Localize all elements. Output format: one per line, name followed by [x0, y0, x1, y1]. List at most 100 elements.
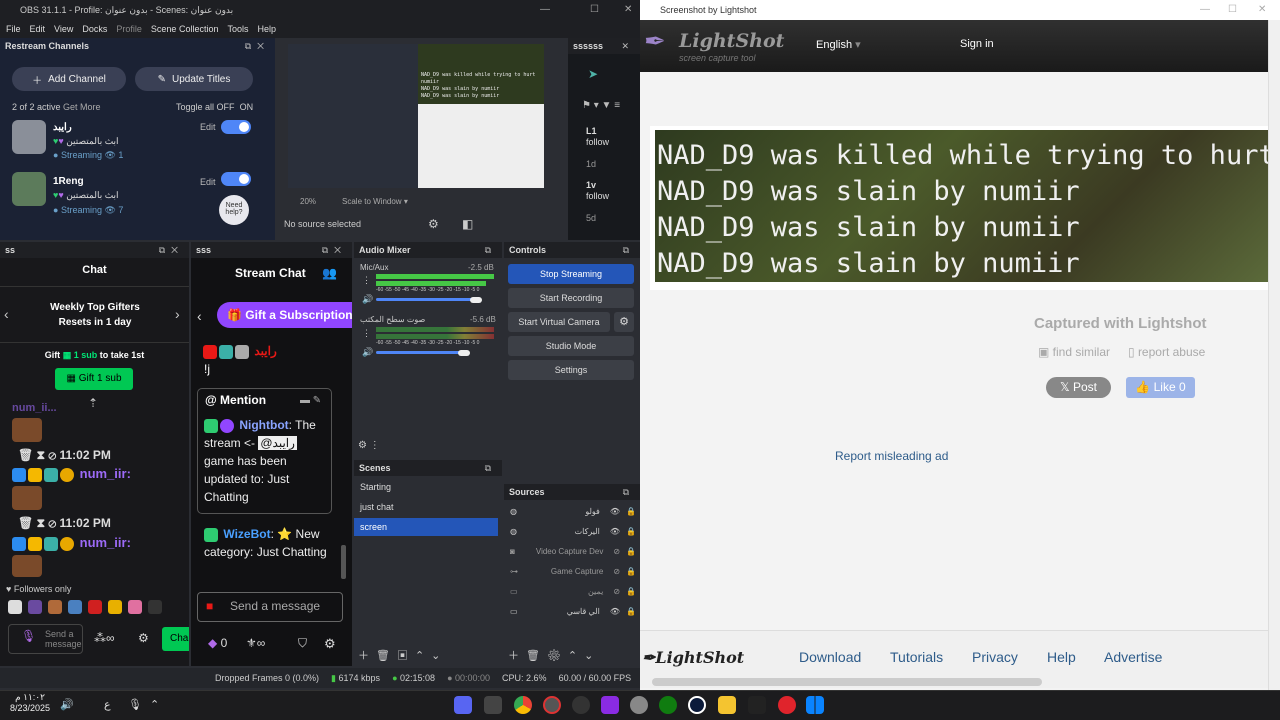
mention-actions-icon[interactable]: ▬ ✎ — [300, 395, 321, 406]
chevron-up-icon[interactable]: ⌃ — [150, 698, 159, 711]
more-icon[interactable]: ⋮ — [362, 275, 371, 286]
channel-toggle[interactable] — [221, 120, 251, 134]
menu-file[interactable]: File — [6, 20, 21, 38]
maximize-icon[interactable]: ☐ — [1228, 4, 1237, 15]
edit-channel-link[interactable]: Edit — [200, 177, 216, 187]
start-recording-button[interactable]: Start Recording — [508, 288, 634, 308]
menu-view[interactable]: View — [54, 20, 73, 38]
app-icon[interactable] — [688, 696, 706, 714]
footer-tutorials-link[interactable]: Tutorials — [890, 649, 943, 665]
next-arrow-icon[interactable]: › — [175, 306, 180, 322]
virtual-camera-settings-icon[interactable]: ⚙ — [614, 312, 634, 332]
sign-in-link[interactable]: Sign in — [960, 38, 994, 50]
volume-knob[interactable] — [470, 297, 482, 303]
menu-docks[interactable]: Docks — [82, 20, 107, 38]
scene-item[interactable]: just chat — [354, 498, 498, 516]
zoom-level[interactable]: 20% — [300, 197, 316, 206]
scale-mode-select[interactable]: Scale to Window ▾ — [342, 197, 408, 206]
stream-chat-input[interactable]: ■ Send a message — [197, 592, 343, 622]
scene-item-selected[interactable]: screen — [354, 518, 498, 536]
maximize-icon[interactable]: ☐ — [590, 4, 599, 15]
language-select[interactable]: English ▾ — [816, 38, 861, 51]
edit-channel-link[interactable]: Edit — [200, 122, 216, 132]
fb-like-button[interactable]: 👍 Like 0 — [1126, 377, 1195, 398]
stop-streaming-button[interactable]: Stop Streaming — [508, 264, 634, 284]
footer-advertise-link[interactable]: Advertise — [1104, 649, 1162, 665]
speaker-icon[interactable]: 🔊 — [362, 347, 373, 358]
add-channel-button[interactable]: ＋ Add Channel — [12, 67, 126, 91]
chat-send-button[interactable]: Cha — [162, 627, 189, 651]
source-item[interactable]: ◍ اليركات 👁 🔒 — [506, 522, 636, 540]
mic-icon[interactable]: 🎙 — [128, 698, 142, 711]
source-toolbar[interactable]: ＋🗑⚙⌃⌄ — [508, 647, 600, 663]
chrome-icon[interactable] — [514, 696, 532, 714]
more-icon[interactable]: ⋮ — [362, 328, 371, 339]
bits-icon[interactable]: ⚜∞ — [246, 636, 265, 650]
gift-sub-button[interactable]: ▦ Gift 1 sub — [55, 368, 133, 390]
windows-start-icon[interactable] — [806, 696, 824, 714]
prev-arrow-icon[interactable]: ‹ — [4, 306, 9, 322]
capcut-icon[interactable] — [748, 696, 766, 714]
volume-icon[interactable]: 🔊 — [60, 698, 74, 711]
source-item[interactable]: ◙ Video Capture Dev ⊘ 🔒 — [506, 542, 636, 560]
close-icon[interactable]: ✕ — [1258, 4, 1266, 15]
source-item[interactable]: ⊶ Game Capture ⊘ 🔒 — [506, 562, 636, 580]
collapse-icon[interactable]: ⇡ — [88, 396, 98, 410]
close-icon[interactable]: ✕ — [624, 4, 632, 15]
vertical-scrollbar[interactable] — [1268, 20, 1280, 690]
horizontal-scrollbar[interactable] — [652, 678, 1042, 686]
menu-help[interactable]: Help — [257, 20, 276, 38]
minimize-icon[interactable]: — — [540, 4, 550, 15]
dock-float-close-icon[interactable]: ⧉✕ — [245, 41, 270, 51]
users-icon[interactable]: 👥 — [322, 266, 337, 280]
scene-toolbar[interactable]: ＋🗑▣⌃⌄ — [358, 647, 447, 663]
channel-points[interactable]: ◆ 0 — [208, 636, 227, 650]
dock-float-close-icon[interactable]: ⧉✕ — [322, 245, 347, 255]
back-arrow-icon[interactable]: ‹ — [197, 308, 202, 324]
settings-app-icon[interactable] — [630, 696, 648, 714]
menu-edit[interactable]: Edit — [30, 20, 46, 38]
footer-help-link[interactable]: Help — [1047, 649, 1076, 665]
settings-button[interactable]: Settings — [508, 360, 634, 380]
need-help-button[interactable]: Need help? — [219, 195, 249, 225]
speaker-icon[interactable]: 🔊 — [362, 294, 373, 305]
dock-float-close-icon[interactable]: ⧉✕ — [159, 245, 184, 255]
minimize-icon[interactable]: — — [1200, 4, 1210, 15]
toggle-all-on[interactable]: ON — [240, 102, 254, 112]
menu-tools[interactable]: Tools — [227, 20, 248, 38]
mixer-settings-icon[interactable]: ⚙ ⋮ — [358, 440, 380, 451]
volume-slider[interactable] — [376, 298, 476, 301]
footer-privacy-link[interactable]: Privacy — [972, 649, 1018, 665]
input-language[interactable]: ع — [104, 698, 111, 711]
channel-toggle[interactable] — [221, 172, 251, 186]
find-similar-link[interactable]: ▣ find similar — [1038, 345, 1110, 359]
menu-scene-collection[interactable]: Scene Collection — [151, 20, 219, 38]
capcut-icon[interactable] — [484, 696, 502, 714]
report-ad-link[interactable]: Report misleading ad — [835, 449, 948, 463]
source-filters-icon[interactable]: ◧ — [462, 217, 473, 231]
toggle-all-off[interactable]: OFF — [217, 102, 235, 112]
settings-icon[interactable]: ⚙ — [324, 636, 336, 652]
menu-profile[interactable]: Profile — [116, 20, 142, 38]
bits-icon[interactable]: ⁂∞ — [94, 631, 115, 645]
app-icon[interactable] — [572, 696, 590, 714]
volume-slider[interactable] — [376, 351, 466, 354]
start-virtual-camera-button[interactable]: Start Virtual Camera — [508, 312, 610, 332]
discord-icon[interactable] — [454, 696, 472, 714]
lightshot-logo[interactable]: LightShot — [679, 30, 784, 52]
xbox-icon[interactable] — [659, 696, 677, 714]
clock[interactable]: ١١:٠٢ م 8/23/2025 — [10, 692, 50, 714]
report-abuse-link[interactable]: ▯ report abuse — [1128, 345, 1205, 359]
scene-item[interactable]: Starting — [354, 478, 498, 496]
source-item[interactable]: ▭ يمين ⊘ 🔒 — [506, 582, 636, 600]
studio-mode-button[interactable]: Studio Mode — [508, 336, 634, 356]
shield-icon[interactable]: ⛉ — [298, 636, 307, 651]
source-item[interactable]: ◍ فولو 👁 🔒 — [506, 502, 636, 520]
file-explorer-icon[interactable] — [718, 696, 736, 714]
chat-scrollbar[interactable] — [341, 545, 346, 579]
obs-icon[interactable] — [543, 696, 561, 714]
chat-input[interactable]: 🎙 Send a message — [8, 624, 83, 654]
send-icon[interactable]: ➤ — [588, 67, 598, 81]
footer-download-link[interactable]: Download — [799, 649, 861, 665]
filter-icons[interactable]: ⚑ ▾ ▼ ≡ — [582, 100, 620, 111]
